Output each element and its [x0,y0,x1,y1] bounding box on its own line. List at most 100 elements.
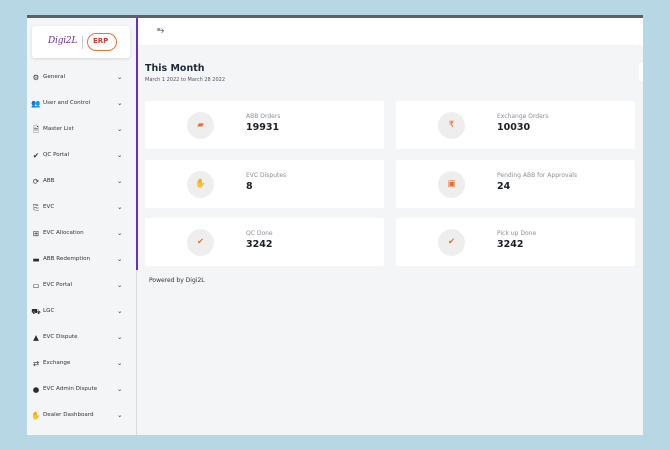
stat-card-qc-done[interactable]: ✔ QC Done 3242 [145,218,384,266]
chevron-down-icon: ⌄ [117,203,123,211]
sidebar-item-label: Exchange [43,360,71,366]
logo-divider [82,36,83,49]
chevron-down-icon: ⌄ [117,177,123,185]
icon-circle: ✋ [187,171,214,198]
sidebar-item-abb-redemption[interactable]: ▬ ABB Redemption ⌄ [27,251,137,269]
stat-label: EVC Disputes [246,172,287,179]
sidebar-item-label: EVC Portal [43,282,73,288]
warning-icon: ▲ [33,333,39,342]
icon-circle: ▣ [438,171,465,198]
sidebar-item-lgc[interactable]: ⛟ LGC ⌄ [27,303,137,321]
stat-value: 3242 [246,239,273,250]
stat-label: Pending ABB for Approvals [497,172,578,179]
stat-label: QC Done [246,230,273,237]
sidebar-item-evc[interactable]: ⎘ EVC ⌄ [27,199,137,217]
handshake-icon: ✋ [31,411,41,420]
sidebar-item-evc-portal[interactable]: ▭ EVC Portal ⌄ [27,277,137,295]
hand-money-icon: ✋ [195,179,206,189]
chevron-down-icon: ⌄ [117,385,123,393]
stat-value: 8 [246,181,253,192]
sidebar-item-label: EVC Admin Dispute [43,386,98,392]
icon-circle: ₹ [438,112,465,139]
sync-icon: ⟳ [32,177,40,186]
scroll-handle [639,63,643,81]
sidebar-item-evc-admin-dispute[interactable]: ● EVC Admin Dispute ⌄ [27,381,137,399]
clipboard-check-icon: ✔ [447,237,456,247]
truck-icon: ⛟ [31,307,41,316]
gear-icon: ⚙ [32,73,40,82]
chevron-down-icon: ⌄ [117,307,123,315]
stat-card-pending-abb[interactable]: ▣ Pending ABB for Approvals 24 [396,160,635,208]
wallet-icon: ▰ [197,120,204,130]
sidebar-item-label: QC Portal [43,152,70,158]
stat-label: Pick up Done [497,230,537,237]
sidebar-item-label: Dealer Dashboard [43,412,94,418]
icon-circle: ✔ [438,229,465,256]
brand-logo[interactable]: Digi2L ERP [32,26,130,58]
stat-label: Exchange Orders [497,113,549,120]
document-icon: 🗎 [32,125,40,134]
rupee-icon: ₹ [448,120,455,130]
sidebar-item-evc-allocation[interactable]: ⊞ EVC Allocation ⌄ [27,225,137,243]
sidebar-item-evc-dispute[interactable]: ▲ EVC Dispute ⌄ [27,329,137,347]
stat-label: ABB Orders [246,113,281,120]
sidebar-item-label: LGC [43,308,55,314]
erp-badge: ERP [87,33,117,51]
chevron-down-icon: ⌄ [117,333,123,341]
chevron-down-icon: ⌄ [117,229,123,237]
stat-card-abb-orders[interactable]: ▰ ABB Orders 19931 [145,101,384,149]
chevron-down-icon: ⌄ [117,411,123,419]
chevron-down-icon: ⌄ [117,99,123,107]
sidebar-item-label: General [43,74,66,80]
sidebar-item-qc-portal[interactable]: ✔ QC Portal ⌄ [27,147,137,165]
chevron-down-icon: ⌄ [117,281,123,289]
top-header: ⥱ [138,18,643,45]
sidebar-item-user-and-control[interactable]: 👥 User and Control ⌄ [27,95,137,113]
chevron-down-icon: ⌄ [117,125,123,133]
menu-toggle-icon[interactable]: ⥱ [157,27,164,36]
alert-circle-icon: ● [32,385,40,394]
page-title: This Month [145,63,205,74]
active-indicator [136,18,138,270]
user-cog-icon: 👥 [31,99,41,108]
sidebar-item-master-list[interactable]: 🗎 Master List ⌄ [27,121,137,139]
sidebar-item-label: ABB Redemption [43,256,91,262]
erp-badge-label: ERP [93,37,109,45]
chevron-down-icon: ⌄ [117,359,123,367]
app-window: Digi2L ERP ⚙ General ⌄ 👥 User and Contro… [27,15,643,435]
sidebar-item-abb[interactable]: ⟳ ABB ⌄ [27,173,137,191]
square-plus-icon: ⊞ [32,229,40,238]
icon-circle: ✔ [187,229,214,256]
sidebar-item-dealer-dashboard[interactable]: ✋ Dealer Dashboard ⌄ [27,407,137,425]
sidebar-item-general[interactable]: ⚙ General ⌄ [27,69,137,87]
sidebar-item-label: ABB [43,178,55,184]
sidebar-item-label: Master List [43,126,74,132]
sidebar: Digi2L ERP ⚙ General ⌄ 👥 User and Contro… [27,18,137,435]
stat-value: 3242 [497,239,524,250]
logo-text: Digi2L [48,36,78,46]
sidebar-item-label: EVC [43,204,55,210]
stat-value: 10030 [497,122,531,133]
powered-by: Powered by Digi2L [149,277,205,284]
laptop-icon: ▭ [32,281,40,290]
date-range: March 1 2022 to March 28 2022 [145,77,226,83]
sidebar-item-label: EVC Dispute [43,334,78,340]
stat-value: 24 [497,181,511,192]
stat-card-pickup-done[interactable]: ✔ Pick up Done 3242 [396,218,635,266]
chevron-down-icon: ⌄ [117,151,123,159]
sidebar-item-label: EVC Allocation [43,230,84,236]
icon-circle: ▰ [187,112,214,139]
exchange-icon: ⇄ [32,359,40,368]
stat-value: 19931 [246,122,280,133]
stat-card-evc-disputes[interactable]: ✋ EVC Disputes 8 [145,160,384,208]
briefcase-icon: ▣ [447,179,456,189]
sidebar-item-label: User and Control [43,100,91,106]
sidebar-item-exchange[interactable]: ⇄ Exchange ⌄ [27,355,137,373]
card-icon: ▬ [32,255,40,264]
chevron-down-icon: ⌄ [117,73,123,81]
clipboard-check-icon: ✔ [32,151,40,160]
stat-card-exchange-orders[interactable]: ₹ Exchange Orders 10030 [396,101,635,149]
file-export-icon: ⎘ [33,203,39,212]
chevron-down-icon: ⌄ [117,255,123,263]
clipboard-check-icon: ✔ [196,237,205,247]
